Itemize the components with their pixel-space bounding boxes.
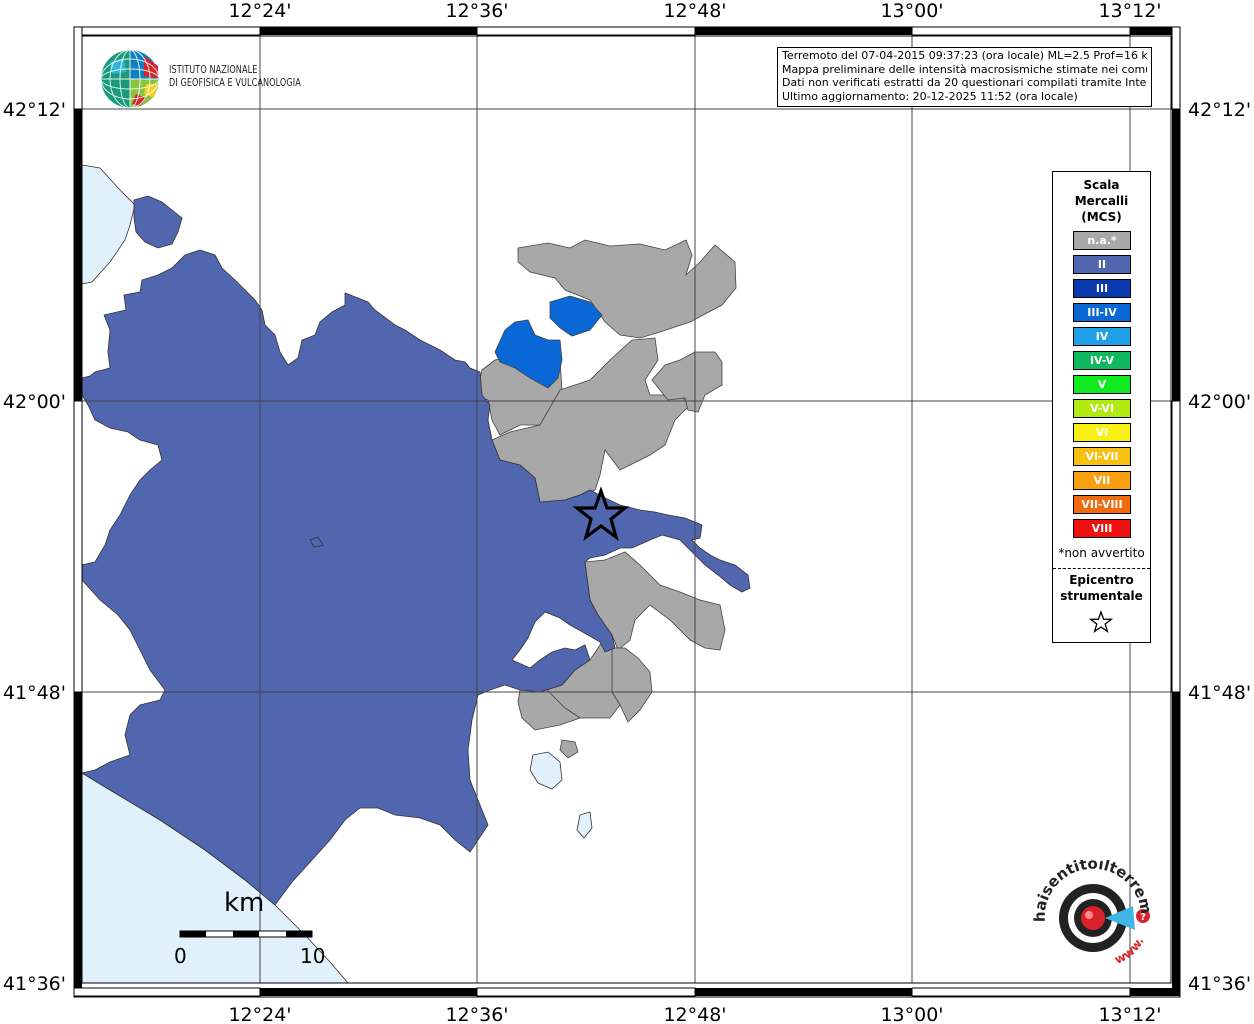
ingv-name-line1: Istituto Nazionale (169, 63, 258, 76)
x-tick-label: 12°36' (445, 0, 508, 22)
legend-swatch: IV (1073, 327, 1131, 346)
x-tick-label: 13°12' (1098, 0, 1161, 22)
legend-epicenter-label: Epicentro strumentale (1053, 572, 1150, 604)
y-tick-label: 42°00' (1188, 391, 1251, 413)
legend-divider (1053, 568, 1150, 569)
legend-note: *non avvertito (1058, 546, 1145, 560)
legend-swatch: IV-V (1073, 351, 1131, 370)
y-tick-label: 41°48' (1188, 682, 1251, 704)
scale-min-label: 0 (174, 944, 187, 968)
legend-title-line: Mercalli (1074, 194, 1129, 208)
haisentito-logo: ? haisentitoilterremoto.it www. (1020, 846, 1165, 980)
target-icon: ? haisentitoilterremoto.it www. (1020, 846, 1156, 967)
legend-swatch: VII-VIII (1073, 495, 1131, 514)
legend-swatch: VII (1073, 471, 1131, 490)
x-tick-label: 13°00' (880, 1004, 943, 1024)
y-tick-label: 42°00' (3, 391, 66, 413)
legend-swatch: VI (1073, 423, 1131, 442)
legend-star-icon (1089, 610, 1113, 633)
earthquake-info-box: Terremoto del 07-04-2015 09:37:23 (ora l… (777, 47, 1152, 107)
legend-title: Scala Mercalli (MCS) (1053, 177, 1150, 225)
x-tick-label: 12°24' (228, 0, 291, 22)
x-tick-label: 13°00' (880, 0, 943, 22)
scale-unit-label: km (224, 888, 265, 918)
legend-title-line: Scala (1083, 178, 1120, 192)
mcs-legend: Scala Mercalli (MCS) n.a.* II III III-IV IV I… (1052, 171, 1151, 643)
legend-swatch: VI-VII (1073, 447, 1131, 466)
x-tick-label: 13°12' (1098, 1004, 1161, 1024)
y-tick-label: 42°12' (3, 99, 66, 121)
legend-swatch: II (1073, 255, 1131, 274)
y-tick-label: 41°36' (3, 973, 66, 995)
info-line: Ultimo aggiornamento: 20-12-2025 11:52 (… (782, 89, 1078, 103)
x-tick-label: 12°24' (228, 1004, 291, 1024)
legend-epicenter-line: Epicentro (1069, 573, 1134, 587)
info-line: Mappa preliminare delle intensità macros… (782, 62, 1147, 76)
info-line: Dati non verificati estratti da 20 quest… (782, 76, 1147, 89)
legend-swatch: VIII (1073, 519, 1131, 538)
ingv-name-line2: di Geofisica e Vulcanologia (169, 76, 301, 89)
legend-swatch: III-IV (1073, 303, 1131, 322)
legend-title-line: (MCS) (1081, 210, 1122, 224)
scale-bar (179, 930, 313, 938)
y-tick-label: 41°36' (1188, 973, 1251, 995)
globe-icon (100, 49, 160, 109)
y-tick-label: 42°12' (1188, 99, 1251, 121)
legend-swatch: n.a.* (1073, 231, 1131, 250)
legend-swatch: V (1073, 375, 1131, 394)
info-line: Terremoto del 07-04-2015 09:37:23 (ora l… (782, 49, 1147, 62)
legend-swatch: III (1073, 279, 1131, 298)
legend-epicenter-line: strumentale (1060, 589, 1143, 603)
x-tick-label: 12°48' (663, 1004, 726, 1024)
legend-swatch: V-VI (1073, 399, 1131, 418)
x-tick-label: 12°36' (445, 1004, 508, 1024)
scale-max-label: 10 (300, 944, 326, 968)
ingv-logo: Istituto Nazionale di Geofisica e Vulcan… (100, 48, 330, 110)
y-tick-label: 41°48' (3, 682, 66, 704)
x-tick-label: 12°48' (663, 0, 726, 22)
